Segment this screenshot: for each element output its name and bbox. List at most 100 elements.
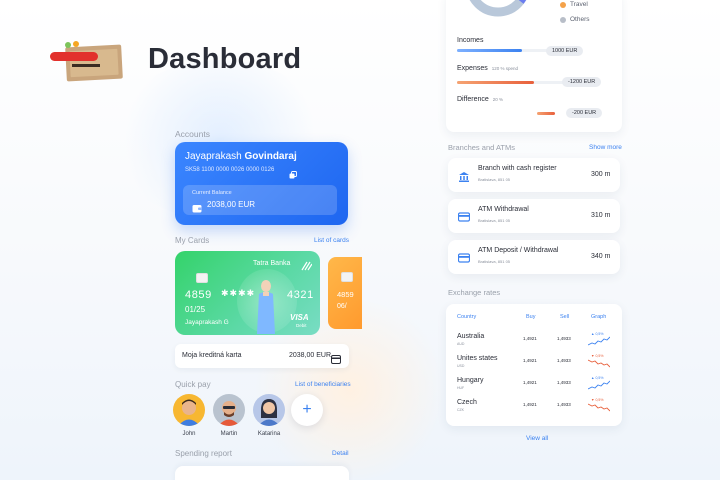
rate-sell: 1,4933 xyxy=(557,402,571,407)
card-chip-icon xyxy=(341,272,353,282)
show-more-link[interactable]: Show more xyxy=(589,144,622,151)
rate-sparkline xyxy=(588,403,610,412)
balance-label: Current Balance xyxy=(192,190,232,196)
spending-detail-link[interactable]: Detail xyxy=(332,450,349,457)
rate-code: CZK xyxy=(457,408,464,412)
add-beneficiary-button[interactable]: + xyxy=(291,394,323,426)
rate-code: USD xyxy=(457,364,465,368)
rate-sell: 1,4933 xyxy=(557,336,571,341)
rate-country: Czech xyxy=(457,399,477,406)
avatar-john[interactable] xyxy=(173,394,205,426)
branch-item-atm-deposit[interactable]: ATM Deposit / Withdrawal Bratislava, 851… xyxy=(448,240,620,274)
orange-card[interactable]: 4859 06/ xyxy=(328,257,362,329)
logo xyxy=(48,40,128,84)
my-cards-label: My Cards xyxy=(175,236,210,245)
col-header-country: Country xyxy=(457,314,477,320)
account-holder: Jayaprakash Govindaraj xyxy=(185,151,297,162)
rate-sparkline xyxy=(588,359,610,368)
card-holder: Jayaprakash G xyxy=(185,319,229,326)
card-number-start: 4859 xyxy=(337,290,354,299)
branch-address: Bratislava, 851 05 xyxy=(478,259,511,264)
card-number-start: 4859 xyxy=(185,289,212,301)
branch-address: Bratislava, 851 05 xyxy=(478,177,511,182)
card-expiry: 01/25 xyxy=(185,305,206,314)
rate-buy: 1,4921 xyxy=(523,336,537,341)
legend-others-dot xyxy=(560,17,566,23)
rate-buy: 1,4921 xyxy=(523,358,537,363)
rate-sparkline xyxy=(588,380,610,390)
rate-buy: 1,4921 xyxy=(523,380,537,385)
branch-title: ATM Deposit / Withdrawal xyxy=(478,247,559,254)
avatar-martin[interactable] xyxy=(213,394,245,426)
card-bank-name: Tatra Banka xyxy=(253,260,291,267)
accounts-label: Accounts xyxy=(175,129,210,139)
branch-distance: 340 m xyxy=(591,253,611,260)
balance-box: Current Balance 2038,00 EUR xyxy=(183,185,337,215)
card-type: Debit xyxy=(296,323,307,328)
card-chip-icon xyxy=(196,273,208,283)
branch-item-atm-withdrawal[interactable]: ATM Withdrawal Bratislava, 851 05 310 m xyxy=(448,199,620,233)
rate-code: AUD xyxy=(457,342,465,346)
branches-label: Branches and ATMs xyxy=(448,143,515,152)
rate-country: Australia xyxy=(457,333,485,340)
spending-report-label: Spending report xyxy=(175,449,232,458)
avatar-name: Martin xyxy=(220,431,238,437)
credit-card-value: 2038,00 EUR xyxy=(289,352,332,359)
bank-icon xyxy=(458,169,470,182)
wallet-icon xyxy=(192,200,202,213)
col-header-sell: Sell xyxy=(560,314,570,320)
view-all-link[interactable]: View all xyxy=(526,435,548,442)
rate-country: Unites states xyxy=(457,355,498,362)
contactless-icon xyxy=(300,258,313,276)
card-number-masked: ✱✱✱✱ xyxy=(221,288,256,298)
branch-distance: 310 m xyxy=(591,212,611,219)
branch-title: ATM Withdrawal xyxy=(478,206,529,213)
legend-others-label: Others xyxy=(570,16,590,23)
avatar-name: John xyxy=(182,431,196,437)
col-header-buy: Buy xyxy=(526,314,536,320)
spending-donut-chart xyxy=(462,0,534,24)
balance-value: 2038,00 EUR xyxy=(207,200,256,209)
legend-travel-dot xyxy=(560,2,566,8)
page-title: Dashboard xyxy=(148,43,302,75)
rate-sell: 1,4933 xyxy=(557,380,571,385)
col-header-graph: Graph xyxy=(591,314,607,320)
legend-travel-label: Travel xyxy=(570,1,588,8)
copy-icon[interactable] xyxy=(289,166,297,179)
avatar-katarina[interactable] xyxy=(253,394,285,426)
card-expiry: 06/ xyxy=(337,303,347,310)
credit-card-row[interactable]: Moja kreditná karta 2038,00 EUR xyxy=(175,344,349,368)
branch-address: Bratislava, 851 05 xyxy=(478,218,511,223)
difference-bar-fill xyxy=(537,112,555,115)
expenses-label: Expenses 120 % spend xyxy=(457,65,519,72)
branch-distance: 300 m xyxy=(591,171,611,178)
card-icon xyxy=(331,351,341,364)
card-number-end: 4321 xyxy=(287,289,314,301)
list-of-cards-link[interactable]: List of cards xyxy=(314,237,349,244)
account-iban: SK58 1100 0000 0026 0000 0126 xyxy=(185,167,275,173)
beneficiaries-link[interactable]: List of beneficiaries xyxy=(295,381,351,388)
rate-sparkline xyxy=(588,336,610,346)
rate-code: HUF xyxy=(457,386,465,390)
incomes-bar-fill xyxy=(457,49,522,52)
exchange-rates-label: Exchange rates xyxy=(448,288,501,297)
rate-buy: 1,4921 xyxy=(523,402,537,407)
incomes-value: 1000 EUR xyxy=(546,46,584,56)
avatar-name: Katarina xyxy=(257,431,281,437)
visa-logo: VISA xyxy=(290,313,309,322)
account-card[interactable]: Jayaprakash Govindaraj SK58 1100 0000 00… xyxy=(175,142,348,225)
expenses-value: -1200 EUR xyxy=(562,77,602,87)
atm-icon xyxy=(457,210,471,222)
card-figure-illustration xyxy=(253,278,279,334)
spending-report-panel xyxy=(175,466,349,480)
green-debit-card[interactable]: Tatra Banka 4859 ✱✱✱✱ 4321 01/25 Jayapra… xyxy=(175,251,320,335)
difference-label: Difference 20 % xyxy=(457,96,504,103)
atm-icon xyxy=(457,251,471,263)
difference-bar xyxy=(457,112,575,115)
branch-item-cash-register[interactable]: Branch with cash register Bratislava, 85… xyxy=(448,158,620,192)
credit-card-label: Moja kreditná karta xyxy=(182,352,242,359)
quick-pay-label: Quick pay xyxy=(175,380,211,389)
incomes-label: Incomes xyxy=(457,37,484,44)
expenses-bar xyxy=(457,81,575,84)
rate-sell: 1,4933 xyxy=(557,358,571,363)
